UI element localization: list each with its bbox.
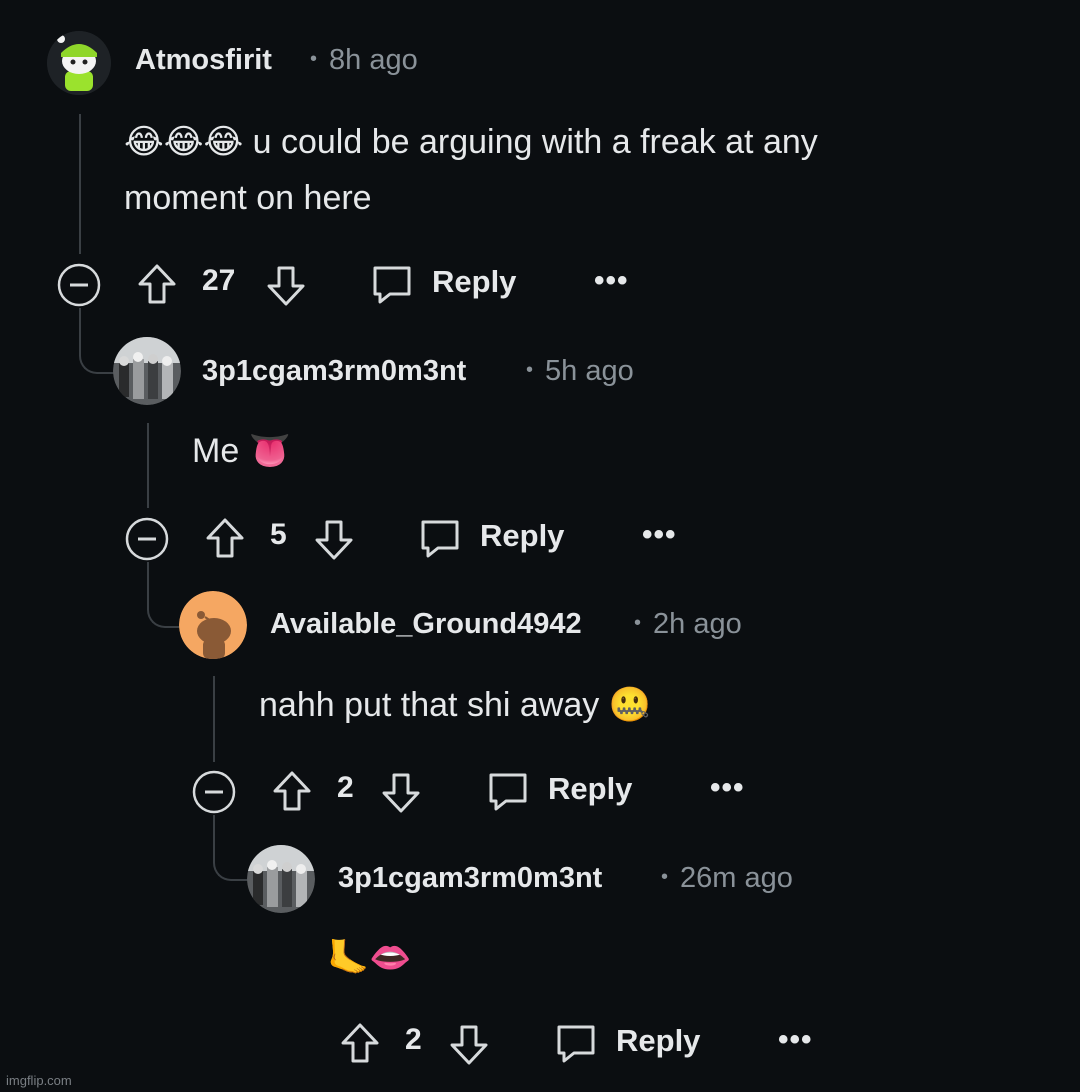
- thread-line: [147, 423, 149, 508]
- more-options-icon[interactable]: •••: [710, 771, 745, 805]
- thread-line: [79, 114, 81, 254]
- username[interactable]: Available_Ground4942: [270, 608, 582, 641]
- reply-button[interactable]: Reply: [432, 264, 516, 300]
- group-photo-avatar-icon: [247, 845, 315, 913]
- thread-connector: [213, 815, 251, 881]
- comment-actions: 27 Reply •••: [0, 254, 1080, 314]
- downvote-icon[interactable]: [265, 262, 307, 308]
- thread-line: [213, 676, 215, 762]
- avatar[interactable]: [179, 591, 247, 659]
- comment-body: 🦶👄: [327, 939, 412, 977]
- avatar[interactable]: [47, 31, 111, 95]
- collapse-icon[interactable]: [56, 262, 102, 308]
- downvote-icon[interactable]: [448, 1021, 490, 1067]
- reply-button[interactable]: Reply: [480, 518, 564, 554]
- collapse-icon[interactable]: [124, 516, 170, 562]
- downvote-icon[interactable]: [313, 516, 355, 562]
- watermark: imgflip.com: [6, 1073, 72, 1088]
- vote-count: 2: [405, 1023, 422, 1056]
- downvote-icon[interactable]: [380, 769, 422, 815]
- comment-actions: 2 Reply •••: [0, 761, 1080, 821]
- more-options-icon[interactable]: •••: [642, 518, 677, 552]
- comment-actions: 5 Reply •••: [0, 508, 1080, 568]
- thread-connector: [147, 562, 183, 628]
- reply-button[interactable]: Reply: [616, 1023, 700, 1059]
- upvote-icon[interactable]: [136, 262, 178, 308]
- timestamp: • 2h ago: [634, 608, 742, 640]
- group-photo-avatar-icon: [113, 337, 181, 405]
- upvote-icon[interactable]: [339, 1021, 381, 1067]
- username[interactable]: 3p1cgam3rm0m3nt: [202, 355, 466, 388]
- timestamp: • 8h ago: [310, 44, 418, 76]
- comment-body: 😂😂😂 u could be arguing with a freak at a…: [124, 123, 818, 217]
- vote-count: 5: [270, 518, 287, 551]
- reply-icon[interactable]: [370, 262, 414, 306]
- avatar[interactable]: [113, 337, 181, 405]
- upvote-icon[interactable]: [204, 516, 246, 562]
- timestamp: • 26m ago: [661, 862, 793, 894]
- reply-icon[interactable]: [554, 1021, 598, 1065]
- comment-body: Me 👅: [192, 432, 292, 470]
- timestamp: • 5h ago: [526, 355, 634, 387]
- upvote-icon[interactable]: [271, 769, 313, 815]
- vote-count: 27: [202, 264, 236, 297]
- collapse-icon[interactable]: [191, 769, 237, 815]
- snoo-avatar-icon: [179, 591, 247, 659]
- username[interactable]: 3p1cgam3rm0m3nt: [338, 862, 602, 895]
- snoo-avatar-icon: [47, 31, 111, 95]
- comment-body: nahh put that shi away 🤐: [259, 686, 652, 724]
- more-options-icon[interactable]: •••: [594, 264, 629, 298]
- comment-actions: 2 Reply •••: [0, 1013, 1080, 1073]
- avatar[interactable]: [247, 845, 315, 913]
- vote-count: 2: [337, 771, 354, 804]
- username[interactable]: Atmosfirit: [135, 44, 272, 77]
- reply-icon[interactable]: [418, 516, 462, 560]
- reply-button[interactable]: Reply: [548, 771, 632, 807]
- reply-icon[interactable]: [486, 769, 530, 813]
- more-options-icon[interactable]: •••: [778, 1023, 813, 1057]
